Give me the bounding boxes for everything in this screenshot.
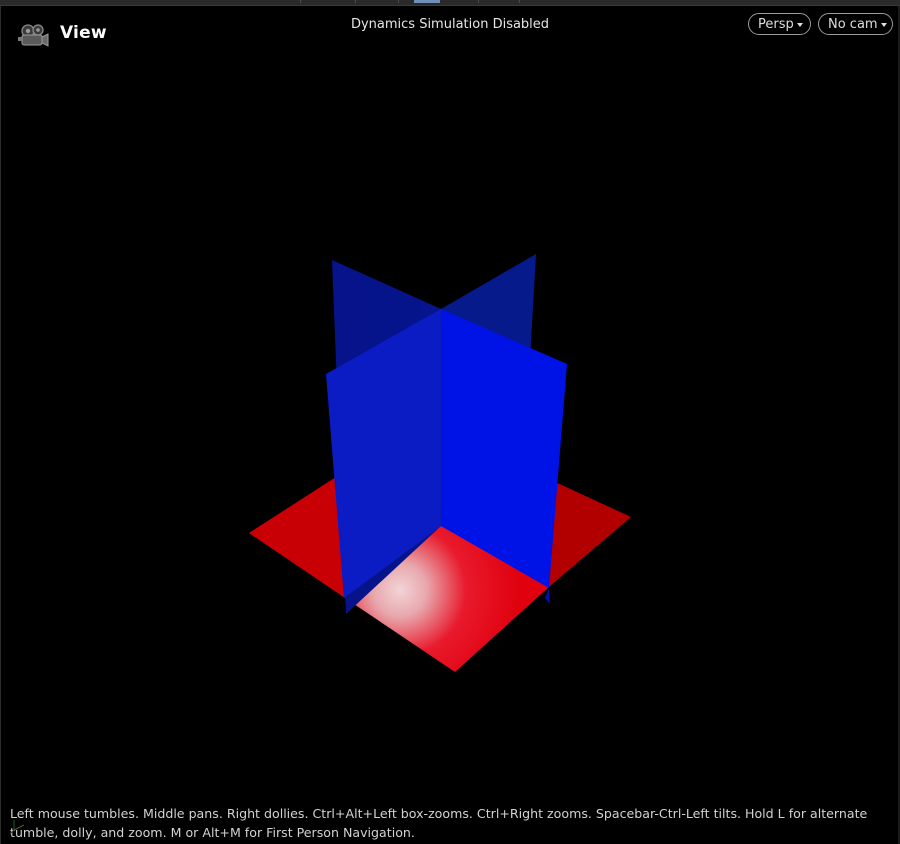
projection-menu-button[interactable]: Persp [748,13,811,35]
camera-menu-label: No cam [828,17,878,32]
wall-plane-right-underside [545,588,550,604]
camera-menu-button[interactable]: No cam [818,13,893,35]
chevron-down-icon [796,22,803,27]
axes-indicator-icon [9,820,25,835]
scene-viewport[interactable]: View Dynamics Simulation Disabled Persp … [0,0,900,844]
scene-geometry[interactable] [0,0,900,844]
navigation-hint: Left mouse tumbles. Middle pans. Right d… [10,806,868,840]
chevron-down-icon [880,22,887,27]
projection-menu-label: Persp [758,17,794,32]
